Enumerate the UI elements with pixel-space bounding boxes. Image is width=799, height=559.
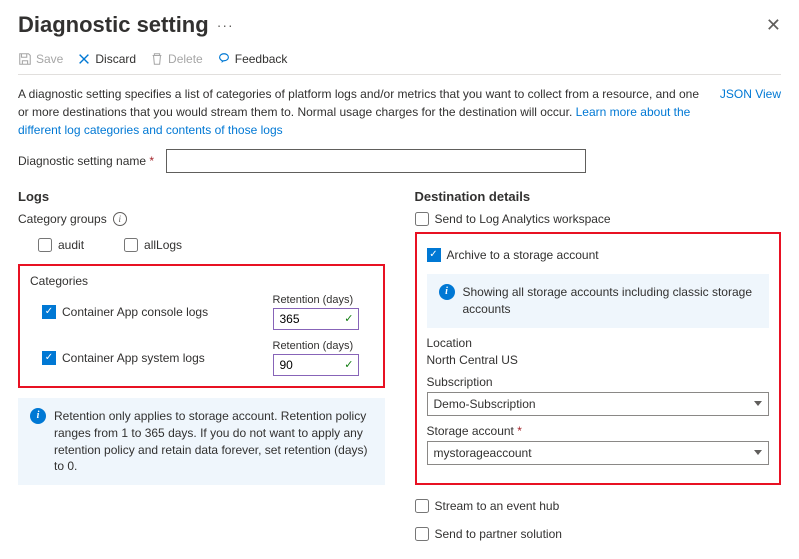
archive-label: Archive to a storage account	[447, 248, 599, 262]
archive-checkbox[interactable]	[427, 248, 441, 262]
save-label: Save	[36, 52, 63, 66]
retention-label-0: Retention (days)	[273, 294, 373, 306]
subscription-label: Subscription	[427, 375, 770, 389]
console-logs-checkbox-row[interactable]: Container App console logs	[30, 305, 208, 319]
subscription-dropdown[interactable]: Demo-Subscription	[427, 392, 770, 416]
alllogs-checkbox[interactable]	[124, 238, 138, 252]
subscription-value: Demo-Subscription	[434, 397, 536, 411]
check-icon: ✓	[344, 312, 353, 325]
feedback-button[interactable]: Feedback	[217, 52, 288, 66]
archive-note-text: Showing all storage accounts including c…	[463, 284, 758, 318]
info-icon[interactable]: i	[113, 212, 127, 226]
check-icon: ✓	[344, 358, 353, 371]
delete-icon	[150, 52, 164, 66]
log-analytics-label: Send to Log Analytics workspace	[435, 212, 611, 226]
console-logs-label: Container App console logs	[62, 305, 208, 319]
discard-icon	[77, 52, 91, 66]
category-row: Container App console logs Retention (da…	[30, 294, 373, 330]
location-value: North Central US	[427, 353, 770, 367]
feedback-icon	[217, 52, 231, 66]
alllogs-label: allLogs	[144, 238, 182, 252]
audit-checkbox-row[interactable]: audit	[38, 238, 84, 252]
feedback-label: Feedback	[235, 52, 288, 66]
storage-account-label: Storage account	[427, 424, 770, 438]
name-label: Diagnostic setting name	[18, 154, 154, 168]
info-icon: i	[30, 408, 46, 424]
eventhub-checkbox[interactable]	[415, 499, 429, 513]
categories-box: Categories Container App console logs Re…	[18, 264, 385, 388]
save-button[interactable]: Save	[18, 52, 63, 66]
info-icon: i	[439, 284, 455, 300]
delete-button[interactable]: Delete	[150, 52, 203, 66]
logs-title: Logs	[18, 189, 385, 204]
retention-label-1: Retention (days)	[273, 340, 373, 352]
log-analytics-row[interactable]: Send to Log Analytics workspace	[415, 212, 782, 226]
console-logs-checkbox[interactable]	[42, 305, 56, 319]
close-icon[interactable]: ✕	[766, 15, 781, 36]
json-view-link[interactable]: JSON View	[720, 85, 781, 103]
page-title: Diagnostic setting	[18, 12, 209, 38]
category-groups-label: Category groups i	[18, 212, 385, 226]
delete-label: Delete	[168, 52, 203, 66]
partner-label: Send to partner solution	[435, 527, 562, 541]
description: A diagnostic setting specifies a list of…	[18, 85, 781, 139]
categories-label: Categories	[30, 274, 373, 288]
storage-account-dropdown[interactable]: mystorageaccount	[427, 441, 770, 465]
discard-button[interactable]: Discard	[77, 52, 136, 66]
eventhub-label: Stream to an event hub	[435, 499, 560, 513]
audit-checkbox[interactable]	[38, 238, 52, 252]
name-row: Diagnostic setting name	[18, 149, 781, 173]
system-logs-checkbox-row[interactable]: Container App system logs	[30, 351, 205, 365]
archive-row[interactable]: Archive to a storage account	[427, 248, 770, 262]
partner-checkbox[interactable]	[415, 527, 429, 541]
chevron-down-icon	[754, 450, 762, 455]
archive-box: Archive to a storage account i Showing a…	[415, 232, 782, 485]
system-logs-checkbox[interactable]	[42, 351, 56, 365]
archive-note: i Showing all storage accounts including…	[427, 274, 770, 328]
destination-column: Destination details Send to Log Analytic…	[415, 189, 782, 547]
title-row: Diagnostic setting ··· ✕	[18, 12, 781, 38]
more-icon[interactable]: ···	[217, 17, 234, 33]
logs-column: Logs Category groups i audit allLogs Cat…	[18, 189, 385, 547]
log-analytics-checkbox[interactable]	[415, 212, 429, 226]
alllogs-checkbox-row[interactable]: allLogs	[124, 238, 182, 252]
discard-label: Discard	[95, 52, 136, 66]
eventhub-row[interactable]: Stream to an event hub	[415, 499, 782, 513]
location-label: Location	[427, 336, 770, 350]
destination-title: Destination details	[415, 189, 782, 204]
save-icon	[18, 52, 32, 66]
retention-note: i Retention only applies to storage acco…	[18, 398, 385, 485]
name-input[interactable]	[166, 149, 586, 173]
toolbar: Save Discard Delete Feedback	[18, 52, 781, 75]
category-row: Container App system logs Retention (day…	[30, 340, 373, 376]
system-logs-label: Container App system logs	[62, 351, 205, 365]
chevron-down-icon	[754, 401, 762, 406]
partner-row[interactable]: Send to partner solution	[415, 527, 782, 541]
audit-label: audit	[58, 238, 84, 252]
storage-account-value: mystorageaccount	[434, 446, 532, 460]
retention-note-text: Retention only applies to storage accoun…	[54, 408, 373, 475]
